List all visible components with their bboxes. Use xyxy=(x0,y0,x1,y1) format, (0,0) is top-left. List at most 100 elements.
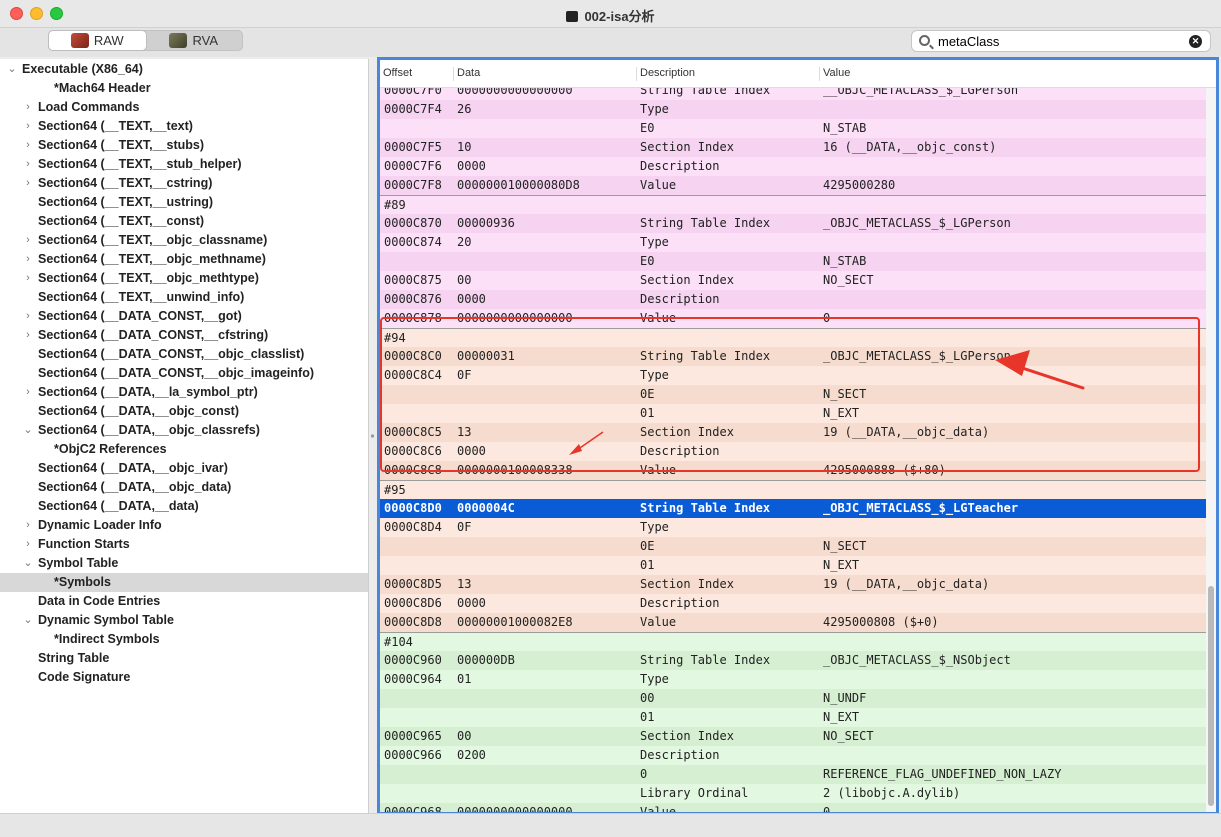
table-row[interactable]: 0000C965 00 Section Index NO_SECT xyxy=(380,727,1216,746)
sidebar-item[interactable]: › Dynamic Loader Info xyxy=(0,516,368,535)
table-row[interactable]: 0000C8D8 00000001000082E8 Value 4295000808 … xyxy=(380,613,1216,632)
table-row[interactable]: E0 N_STAB xyxy=(380,119,1216,138)
chevron-right-icon[interactable]: › xyxy=(22,269,34,288)
table-row[interactable]: #95 xyxy=(380,480,1216,499)
sidebar-item[interactable]: Section64 (__DATA,__objc_ivar) xyxy=(0,459,368,478)
table-row[interactable]: 01 N_EXT xyxy=(380,404,1216,423)
vertical-scrollbar[interactable] xyxy=(1206,88,1216,812)
sidebar-item[interactable]: Section64 (__DATA,__data) xyxy=(0,497,368,516)
table-row[interactable]: 01 N_EXT xyxy=(380,708,1216,727)
sidebar-item[interactable]: *Symbols xyxy=(0,573,368,592)
table-row[interactable]: 0 REFERENCE_FLAG_UNDEFINED_NON_LAZY xyxy=(380,765,1216,784)
table-row[interactable]: 0000C7F8 000000010000080D8 Value 4295000280 xyxy=(380,176,1216,195)
column-header-value[interactable]: Value xyxy=(819,67,1204,81)
chevron-down-icon[interactable]: ⌄ xyxy=(22,554,34,573)
sidebar-item[interactable]: Code Signature xyxy=(0,668,368,687)
table-row[interactable]: 0000C966 0200 Description xyxy=(380,746,1216,765)
search-input[interactable] xyxy=(938,33,1188,49)
chevron-right-icon[interactable]: › xyxy=(22,117,34,136)
table-row[interactable]: 0000C8C6 0000 Description xyxy=(380,442,1216,461)
table-row[interactable]: 0000C8C5 13 Section Index 19 (__DATA,__objc… xyxy=(380,423,1216,442)
sidebar-item[interactable]: › Section64 (__TEXT,__objc_classname) xyxy=(0,231,368,250)
table-row[interactable]: 0000C8C0 00000031 String Table Index _OBJC_… xyxy=(380,347,1216,366)
clear-search-icon[interactable]: ✕ xyxy=(1189,35,1202,48)
table-row[interactable]: E0 N_STAB xyxy=(380,252,1216,271)
table-row[interactable]: 0000C968 0000000000000000 Value 0 xyxy=(380,803,1216,812)
sidebar-item[interactable]: › Function Starts xyxy=(0,535,368,554)
chevron-right-icon[interactable]: › xyxy=(22,307,34,326)
table-row[interactable]: 00 N_UNDF xyxy=(380,689,1216,708)
chevron-right-icon[interactable]: › xyxy=(22,516,34,535)
raw-mode-button[interactable]: RAW xyxy=(49,31,146,50)
chevron-right-icon[interactable]: › xyxy=(22,136,34,155)
sidebar-item[interactable]: Section64 (__TEXT,__unwind_info) xyxy=(0,288,368,307)
chevron-right-icon[interactable]: › xyxy=(22,383,34,402)
table-row[interactable]: 0000C8C8 0000000100008338 Value 4295000888 … xyxy=(380,461,1216,480)
scrollbar-thumb[interactable] xyxy=(1208,586,1214,806)
chevron-right-icon[interactable]: › xyxy=(22,535,34,554)
table-row[interactable]: 0000C7F4 26 Type xyxy=(380,100,1216,119)
table-row[interactable]: 0000C875 00 Section Index NO_SECT xyxy=(380,271,1216,290)
chevron-right-icon[interactable]: › xyxy=(22,326,34,345)
sidebar-item[interactable]: Section64 (__TEXT,__ustring) xyxy=(0,193,368,212)
table-row[interactable]: 0000C7F0 0000000000000000 String Table Ind… xyxy=(380,88,1216,100)
sidebar-item[interactable]: Section64 (__TEXT,__const) xyxy=(0,212,368,231)
table-row[interactable]: 0000C876 0000 Description xyxy=(380,290,1216,309)
table-row[interactable]: #89 xyxy=(380,195,1216,214)
sidebar-item[interactable]: › Section64 (__DATA,__la_symbol_ptr) xyxy=(0,383,368,402)
chevron-down-icon[interactable]: ⌄ xyxy=(22,611,34,630)
sidebar-item[interactable]: ⌄ Dynamic Symbol Table xyxy=(0,611,368,630)
chevron-right-icon[interactable]: › xyxy=(22,98,34,117)
table-row[interactable]: #94 xyxy=(380,328,1216,347)
sidebar-item[interactable]: ⌄ Executable (X86_64) xyxy=(0,60,368,79)
sidebar-item[interactable]: *Indirect Symbols xyxy=(0,630,368,649)
chevron-right-icon[interactable]: › xyxy=(22,250,34,269)
sidebar-item[interactable]: ⌄ Symbol Table xyxy=(0,554,368,573)
sidebar-item[interactable]: › Section64 (__TEXT,__stub_helper) xyxy=(0,155,368,174)
sidebar-item[interactable]: › Section64 (__TEXT,__stubs) xyxy=(0,136,368,155)
table-row[interactable]: 0000C8D6 0000 Description xyxy=(380,594,1216,613)
table-row[interactable]: Library Ordinal 2 (libobjc.A.dylib) xyxy=(380,784,1216,803)
sidebar-item[interactable]: › Section64 (__DATA_CONST,__cfstring) xyxy=(0,326,368,345)
chevron-down-icon[interactable]: ⌄ xyxy=(22,421,34,440)
table-row[interactable]: 0000C960 000000DB String Table Index _OBJC_… xyxy=(380,651,1216,670)
table-row[interactable]: 0E N_SECT xyxy=(380,537,1216,556)
chevron-down-icon[interactable]: ⌄ xyxy=(6,60,18,79)
sidebar-item[interactable]: String Table xyxy=(0,649,368,668)
column-header-description[interactable]: Description xyxy=(636,67,819,81)
sidebar-item[interactable]: › Section64 (__TEXT,__text) xyxy=(0,117,368,136)
sidebar-item[interactable]: › Section64 (__TEXT,__objc_methname) xyxy=(0,250,368,269)
splitter-handle[interactable] xyxy=(370,432,375,440)
chevron-right-icon[interactable]: › xyxy=(22,231,34,250)
column-header-offset[interactable]: Offset xyxy=(380,67,453,81)
table-row[interactable]: 0000C8D0 0000004C String Table Index _OBJC_… xyxy=(380,499,1216,518)
sidebar-item[interactable]: Data in Code Entries xyxy=(0,592,368,611)
table-row[interactable]: 0000C874 20 Type xyxy=(380,233,1216,252)
sidebar-item[interactable]: *Mach64 Header xyxy=(0,79,368,98)
table-row[interactable]: #104 xyxy=(380,632,1216,651)
table-row[interactable]: 0000C870 00000936 String Table Index _OBJC_… xyxy=(380,214,1216,233)
sidebar-item[interactable]: Section64 (__DATA,__objc_const) xyxy=(0,402,368,421)
sidebar-item[interactable]: Section64 (__DATA_CONST,__objc_classlist… xyxy=(0,345,368,364)
sidebar-item[interactable]: ⌄ Section64 (__DATA,__objc_classrefs) xyxy=(0,421,368,440)
sidebar-item[interactable]: › Section64 (__TEXT,__cstring) xyxy=(0,174,368,193)
chevron-right-icon[interactable]: › xyxy=(22,174,34,193)
sidebar-item[interactable]: *ObjC2 References xyxy=(0,440,368,459)
table-row[interactable]: 01 N_EXT xyxy=(380,556,1216,575)
table-row[interactable]: 0000C8D5 13 Section Index 19 (__DATA,__objc… xyxy=(380,575,1216,594)
table-row[interactable]: 0000C8C4 0F Type xyxy=(380,366,1216,385)
table-row[interactable]: 0000C8D4 0F Type xyxy=(380,518,1216,537)
chevron-right-icon[interactable]: › xyxy=(22,155,34,174)
column-header-data[interactable]: Data xyxy=(453,67,636,81)
sidebar-item[interactable]: › Section64 (__DATA_CONST,__got) xyxy=(0,307,368,326)
sidebar-item[interactable]: Section64 (__DATA_CONST,__objc_imageinfo… xyxy=(0,364,368,383)
rva-mode-button[interactable]: RVA xyxy=(146,31,243,50)
sidebar-item[interactable]: › Load Commands xyxy=(0,98,368,117)
sidebar-item[interactable]: Section64 (__DATA,__objc_data) xyxy=(0,478,368,497)
sidebar-item[interactable]: › Section64 (__TEXT,__objc_methtype) xyxy=(0,269,368,288)
table-row[interactable]: 0000C964 01 Type xyxy=(380,670,1216,689)
table-row[interactable]: 0000C7F6 0000 Description xyxy=(380,157,1216,176)
table-row[interactable]: 0000C7F5 10 Section Index 16 (__DATA,__objc… xyxy=(380,138,1216,157)
table-row[interactable]: 0E N_SECT xyxy=(380,385,1216,404)
table-row[interactable]: 0000C878 0000000000000000 Value 0 xyxy=(380,309,1216,328)
